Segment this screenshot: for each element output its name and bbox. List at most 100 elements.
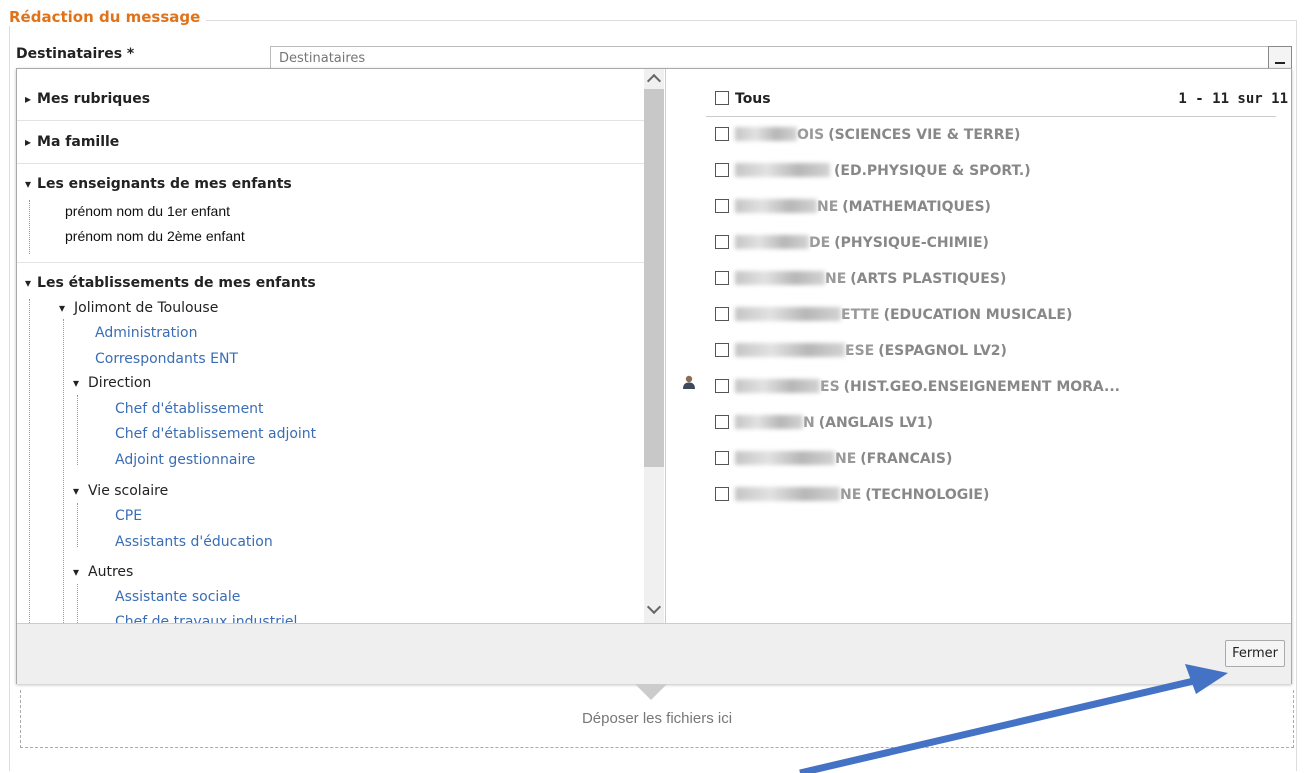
section-title[interactable]: Ma famille <box>25 134 119 150</box>
teacher-subject: (EDUCATION MUSICALE) <box>883 307 1073 323</box>
person-icon <box>683 375 695 389</box>
teacher-row[interactable]: ETTE (EDUCATION MUSICALE) <box>715 307 1072 323</box>
redacted-name <box>735 127 797 141</box>
teacher-checkbox[interactable] <box>715 307 729 321</box>
teacher-row[interactable]: DE (PHYSIQUE-CHIMIE) <box>715 235 989 251</box>
teacher-subject: (FRANCAIS) <box>860 451 953 467</box>
teacher-checkbox[interactable] <box>715 487 729 501</box>
link-chef-etablissement[interactable]: Chef d'établissement <box>115 401 264 417</box>
teacher-row[interactable]: NE (FRANCAIS) <box>715 451 952 467</box>
link-cpe[interactable]: CPE <box>115 508 142 524</box>
tree-guide <box>77 395 78 465</box>
redacted-name <box>735 199 817 213</box>
tree-node-direction[interactable]: Direction <box>73 375 151 391</box>
teacher-checkbox[interactable] <box>715 415 729 429</box>
section-enseignants: Les enseignants de mes enfants prénom no… <box>17 164 644 263</box>
recipients-field[interactable] <box>270 46 1292 70</box>
redacted-name <box>735 163 830 177</box>
link-assistants-education[interactable]: Assistants d'éducation <box>115 534 273 550</box>
section-title[interactable]: Les établissements de mes enfants <box>25 275 316 291</box>
teacher-checkbox[interactable] <box>715 235 729 249</box>
teacher-checkbox[interactable] <box>715 379 729 393</box>
popup-footer: Fermer <box>17 623 1291 684</box>
scroll-down-icon[interactable] <box>646 599 662 615</box>
section-ma-famille[interactable]: Ma famille <box>17 121 644 164</box>
tree-guide <box>63 319 64 623</box>
teacher-name-tail: OIS <box>797 127 825 143</box>
teacher-row[interactable]: NE (MATHEMATIQUES) <box>715 199 991 215</box>
recipient-list-panel: Tous 1 - 11 sur 11 OIS (SCIENCES VIE & TE… <box>666 69 1291 623</box>
tree-node-autres[interactable]: Autres <box>73 564 133 580</box>
redacted-name <box>735 415 803 429</box>
teacher-row[interactable]: ESE (ESPAGNOL LV2) <box>715 343 1007 359</box>
teacher-checkbox[interactable] <box>715 271 729 285</box>
section-mes-rubriques[interactable]: Mes rubriques <box>17 69 644 121</box>
teacher-name-tail: ESE <box>845 343 875 359</box>
section-title[interactable]: Les enseignants de mes enfants <box>25 176 292 192</box>
close-button[interactable]: Fermer <box>1225 640 1285 667</box>
file-dropzone[interactable]: Déposer les fichiers ici <box>20 690 1294 748</box>
teacher-subject: (MATHEMATIQUES) <box>842 199 991 215</box>
teacher-subject: (HIST.GEO.ENSEIGNEMENT MORA... <box>843 379 1120 395</box>
tree-guide <box>77 503 78 547</box>
link-chef-adjoint[interactable]: Chef d'établissement adjoint <box>115 426 316 442</box>
teacher-row[interactable]: (ED.PHYSIQUE & SPORT.) <box>715 163 1031 179</box>
section-etablissements: Les établissements de mes enfants Jolimo… <box>17 263 644 623</box>
redacted-name <box>735 451 835 465</box>
left-scrollbar[interactable] <box>644 69 664 623</box>
teacher-name-tail: ETTE <box>841 307 880 323</box>
teacher-checkbox[interactable] <box>715 343 729 357</box>
scrollbar-thumb[interactable] <box>644 89 664 467</box>
teacher-checkbox[interactable] <box>715 451 729 465</box>
link-correspondants[interactable]: Correspondants ENT <box>95 351 238 367</box>
teacher-checkbox[interactable] <box>715 163 729 177</box>
tree-guide <box>77 584 78 623</box>
teacher-row[interactable]: NE (TECHNOLOGIE) <box>715 487 989 503</box>
collapse-button[interactable] <box>1268 46 1292 70</box>
link-administration[interactable]: Administration <box>95 325 197 341</box>
tree-node-vie-scolaire[interactable]: Vie scolaire <box>73 483 168 499</box>
link-adjoint-gestionnaire[interactable]: Adjoint gestionnaire <box>115 452 255 468</box>
redacted-name <box>735 307 841 321</box>
redacted-name <box>735 343 845 357</box>
teacher-row[interactable]: NE (ARTS PLASTIQUES) <box>715 271 1006 287</box>
link-chef-travaux[interactable]: Chef de travaux industriel <box>115 614 297 623</box>
teacher-subject: (ESPAGNOL LV2) <box>878 343 1007 359</box>
child-item[interactable]: prénom nom du 2ème enfant <box>65 228 245 244</box>
recipients-popup: Mes rubriques Ma famille Les enseignants… <box>16 68 1292 684</box>
teacher-checkbox[interactable] <box>715 127 729 141</box>
redacted-name <box>735 235 809 249</box>
teacher-subject: (ED.PHYSIQUE & SPORT.) <box>834 163 1031 179</box>
fieldset-legend: Rédaction du message <box>9 8 207 26</box>
teacher-subject: (ARTS PLASTIQUES) <box>850 271 1007 287</box>
header-separator <box>706 116 1276 117</box>
dropzone-label: Déposer les fichiers ici <box>581 710 733 727</box>
teacher-name-tail: NE <box>840 487 862 503</box>
redacted-name <box>735 271 825 285</box>
teacher-name-tail: NE <box>817 199 839 215</box>
redacted-name <box>735 487 840 501</box>
teacher-row[interactable]: OIS (SCIENCES VIE & TERRE) <box>715 127 1020 143</box>
result-count: 1 - 11 sur 11 <box>1178 91 1288 107</box>
teacher-name-tail: ES <box>820 379 840 395</box>
teacher-name-tail: NE <box>835 451 857 467</box>
redacted-name <box>735 379 820 393</box>
teacher-checkbox[interactable] <box>715 199 729 213</box>
teacher-subject: (SCIENCES VIE & TERRE) <box>828 127 1021 143</box>
child-item[interactable]: prénom nom du 1er enfant <box>65 203 230 219</box>
teacher-row[interactable]: ES (HIST.GEO.ENSEIGNEMENT MORA... <box>715 379 1120 395</box>
teacher-name-tail: DE <box>809 235 831 251</box>
scroll-up-icon[interactable] <box>646 73 662 89</box>
teacher-name-tail: NE <box>825 271 847 287</box>
section-title[interactable]: Mes rubriques <box>25 91 150 107</box>
recipients-label: Destinataires * <box>16 46 135 62</box>
select-all-checkbox[interactable] <box>715 91 729 105</box>
select-all-label: Tous <box>735 91 771 107</box>
teacher-subject: (PHYSIQUE-CHIMIE) <box>834 235 989 251</box>
tree-node-school[interactable]: Jolimont de Toulouse <box>59 300 218 316</box>
recipients-input[interactable] <box>271 48 1187 69</box>
select-all[interactable]: Tous <box>715 91 771 107</box>
teacher-name-tail: N <box>803 415 815 431</box>
teacher-row[interactable]: N (ANGLAIS LV1) <box>715 415 933 431</box>
link-assistante-sociale[interactable]: Assistante sociale <box>115 589 240 605</box>
